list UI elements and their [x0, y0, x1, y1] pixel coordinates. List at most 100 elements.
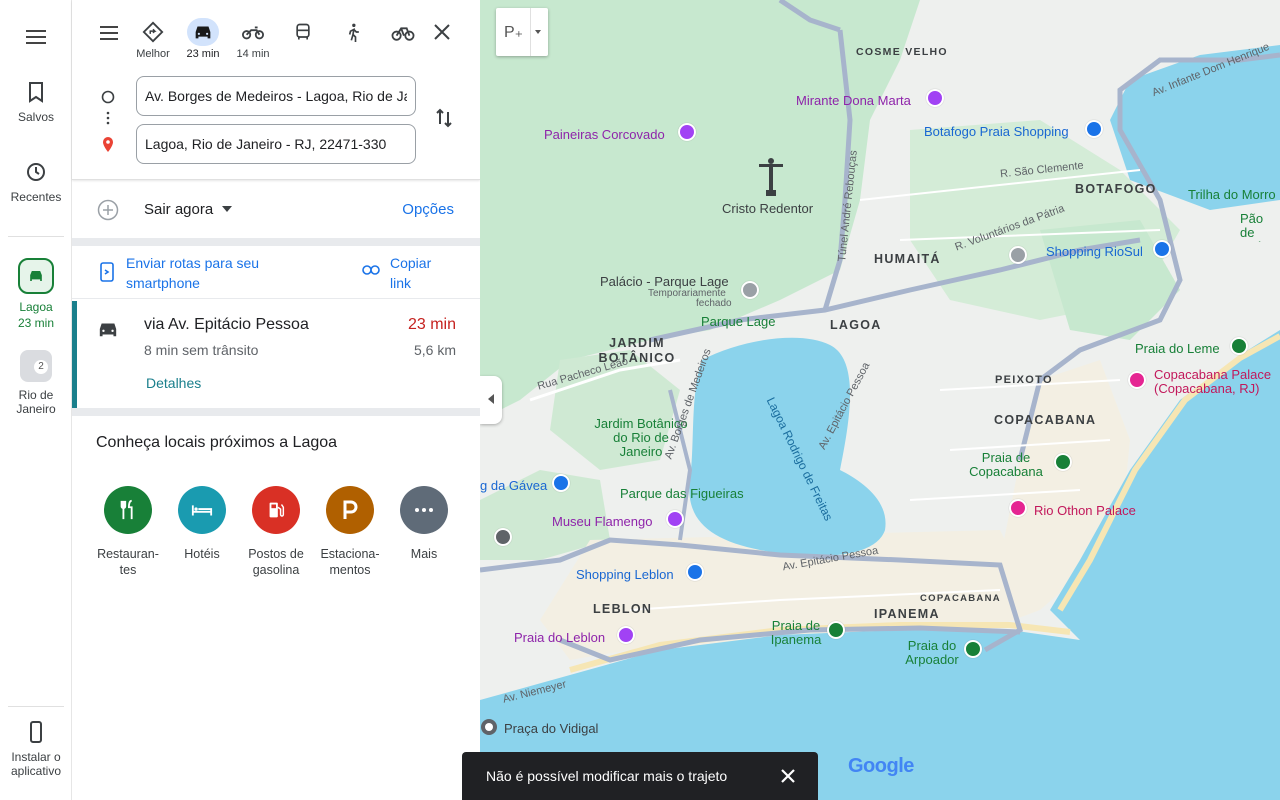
poi-praia-de-ipanema[interactable]: Praia de Ipanema [766, 619, 826, 647]
landmark-pin-icon[interactable] [741, 281, 759, 299]
poi-rio-othon-palace[interactable]: Rio Othon Palace [1034, 503, 1136, 518]
poi-copacabana-palace[interactable]: Copacabana Palace (Copacabana, RJ) [1154, 368, 1280, 396]
category-hotels[interactable]: Hotéis [167, 486, 237, 562]
category-restaurants[interactable]: Restauran-tes [93, 486, 163, 578]
close-icon[interactable] [430, 20, 454, 44]
send-to-phone-link[interactable]: Enviar rotas para seu smartphone [126, 253, 306, 293]
bus-icon [296, 23, 310, 40]
category-gas-stations[interactable]: Postos de gasolina [241, 486, 311, 578]
shopping-pin-icon[interactable] [1085, 120, 1103, 138]
poi-shopping-riosul[interactable]: Shopping RioSul [1046, 244, 1143, 259]
poi-gavea[interactable]: g da Gávea [480, 478, 547, 493]
recent-button[interactable]: Recentes [0, 160, 72, 204]
poi-botafogo-praia-shopping[interactable]: Botafogo Praia Shopping [924, 124, 1069, 139]
map-label-leblon: LEBLON [593, 602, 653, 616]
menu-icon[interactable] [98, 22, 120, 42]
viewpoint-pin-icon[interactable] [926, 89, 944, 107]
vertical-dots-icon [106, 111, 110, 125]
destination-input[interactable] [136, 124, 416, 164]
poi-praca-do-vidigal[interactable]: Praça do Vidigal [504, 721, 598, 736]
poi-pao-de-acucar[interactable]: Pão de Açúcar Vermelh [1240, 212, 1280, 242]
poi-praia-do-leblon[interactable]: Praia do Leblon [514, 630, 605, 645]
swap-arrows-icon[interactable] [432, 106, 456, 130]
saved-button[interactable]: Salvos [0, 80, 72, 124]
landmark-pin-icon[interactable] [1009, 246, 1027, 264]
poi-cristo-redentor[interactable]: Cristo Redentor [722, 201, 813, 216]
beach-pin-icon[interactable] [827, 621, 845, 639]
museum-pin-icon[interactable] [666, 510, 684, 528]
poi-museu-flamengo[interactable]: Museu Flamengo [552, 514, 652, 529]
map-label-ipanema: IPANEMA [874, 607, 940, 621]
mode-best[interactable]: Melhor [131, 18, 175, 60]
trip-label: Lagoa [19, 300, 53, 314]
chevron-left-icon [488, 394, 494, 404]
recent-trip-lagoa[interactable]: Lagoa 23 min [0, 258, 72, 331]
layers-button[interactable]: P₊ [496, 8, 548, 56]
options-button[interactable]: Opções [402, 201, 454, 218]
origin-input[interactable] [136, 76, 416, 116]
mode-bike[interactable] [381, 18, 425, 48]
poi-shopping-leblon[interactable]: Shopping Leblon [576, 567, 674, 582]
beach-pin-icon[interactable] [964, 640, 982, 658]
mode-car[interactable]: 23 min [181, 18, 225, 60]
place-label: Rio de Janeiro [16, 388, 56, 416]
saved-label: Salvos [17, 110, 55, 124]
poi-palacio-parque-lage[interactable]: Palácio - Parque Lage [600, 274, 729, 289]
menu-icon[interactable] [24, 26, 48, 46]
hotel-pin-icon[interactable] [1128, 371, 1146, 389]
details-link[interactable]: Detalhes [146, 375, 201, 391]
map-label-humaita: HUMAITÁ [874, 252, 941, 266]
beach-pin-icon[interactable] [1230, 337, 1248, 355]
copy-link-button[interactable]: Copiar link [390, 253, 450, 293]
category-more[interactable]: Mais [389, 486, 459, 562]
count-badge: 2 [34, 360, 48, 374]
caret-down-icon[interactable] [222, 206, 232, 212]
map-canvas[interactable]: P₊ COSME VELHO BOTAFOGO HUMAITÁ LAGOA JA… [480, 0, 1280, 800]
route-option[interactable]: via Av. Epitácio Pessoa 8 min sem trânsi… [72, 298, 480, 409]
directions-panel: Melhor 23 min 14 min Sair agora Op [72, 0, 480, 800]
poi-praia-do-leme[interactable]: Praia do Leme [1135, 341, 1220, 356]
beach-pin-icon[interactable] [617, 626, 635, 644]
shopping-pin-icon[interactable] [1153, 240, 1171, 258]
destination-pin-icon [103, 137, 113, 152]
poi-parque-das-figueiras[interactable]: Parque das Figueiras [620, 486, 744, 501]
category-label: Estaciona-mentos [320, 547, 380, 577]
recent-place-rio[interactable]: 2 Rio de Janeiro [0, 350, 72, 416]
car-icon [99, 323, 117, 337]
mode-walk[interactable] [331, 18, 375, 48]
poi-paineiras[interactable]: Paineiras Corcovado [544, 127, 665, 142]
poi-mirante-dona-marta[interactable]: Mirante Dona Marta [796, 93, 911, 108]
shopping-pin-icon[interactable] [552, 474, 570, 492]
shopping-pin-icon[interactable] [686, 563, 704, 581]
recent-label: Recentes [10, 190, 62, 204]
route-traffic: 8 min sem trânsito [144, 342, 259, 358]
selected-route-indicator [72, 301, 77, 409]
place-thumbnail: 2 [20, 350, 52, 382]
viewpoint-pin-icon[interactable] [678, 123, 696, 141]
school-pin-icon[interactable] [494, 528, 512, 546]
category-label: Restauran-tes [97, 547, 159, 577]
poi-praia-do-arpoador[interactable]: Praia do Arpoador [898, 639, 966, 667]
mode-motorcycle[interactable]: 14 min [231, 18, 275, 60]
close-icon[interactable] [778, 766, 798, 786]
departure-time-dropdown[interactable]: Sair agora [144, 201, 213, 218]
install-app-button[interactable]: Instalar o aplicativo [0, 720, 72, 778]
fork-knife-icon [104, 486, 152, 534]
poi-praia-de-copacabana[interactable]: Praia de Copacabana [968, 451, 1044, 479]
category-label: Postos de gasolina [248, 547, 304, 577]
car-icon [18, 258, 54, 294]
map-label-copacabana-small: COPACABANA [920, 593, 1001, 604]
mode-transit[interactable] [281, 18, 325, 48]
rail-divider [8, 706, 64, 707]
category-parking[interactable]: Estaciona-mentos [315, 486, 385, 578]
collapse-panel-button[interactable] [480, 376, 502, 424]
add-circle-icon[interactable] [96, 198, 120, 222]
category-label: Hotéis [184, 547, 220, 561]
beach-pin-icon[interactable] [1054, 453, 1072, 471]
caret-down-icon[interactable] [535, 30, 541, 34]
poi-trilha-do-morro[interactable]: Trilha do Morro [1188, 187, 1276, 202]
poi-parque-lage[interactable]: Parque Lage [701, 314, 775, 329]
share-row: Enviar rotas para seu smartphone Copiar … [72, 246, 480, 298]
map-base [480, 0, 1280, 800]
hotel-pin-icon[interactable] [1009, 499, 1027, 517]
